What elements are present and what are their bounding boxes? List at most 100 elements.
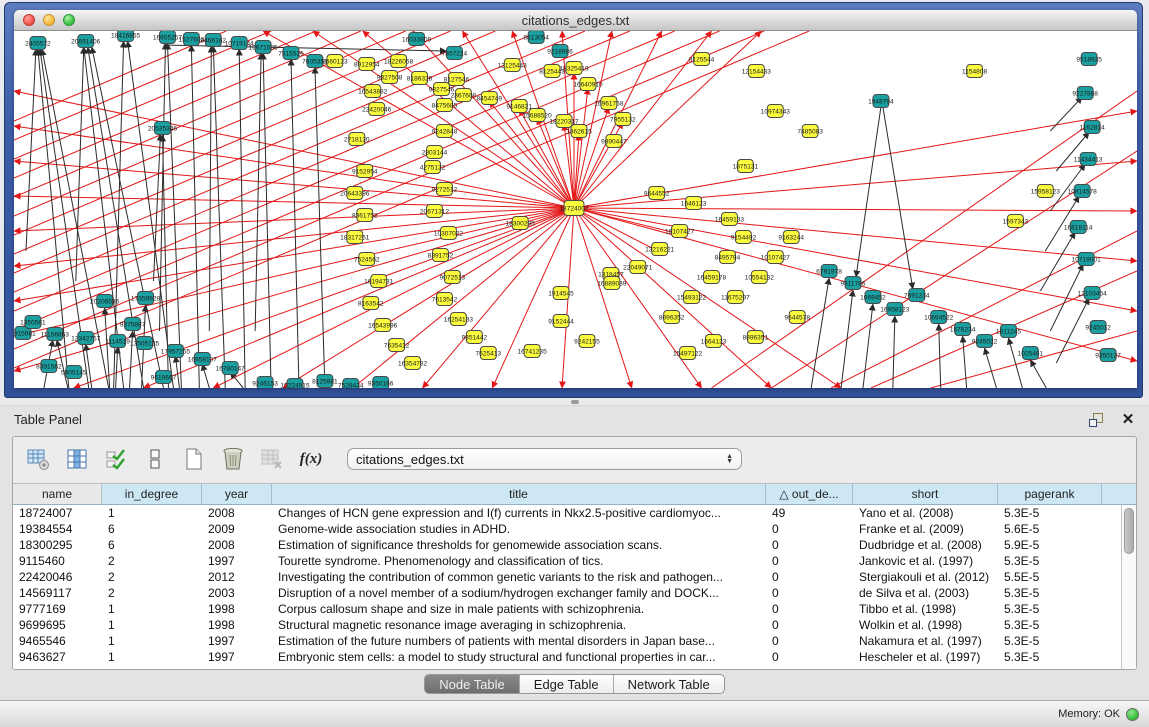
graph-node[interactable]: 4275122: [420, 161, 446, 174]
graph-node[interactable]: 8096352: [659, 311, 685, 324]
graph-node[interactable]: 22049071: [623, 261, 653, 274]
graph-node[interactable]: 16459178: [697, 271, 727, 284]
graph-node[interactable]: 9242155: [574, 335, 600, 348]
graph-node[interactable]: 12103454: [1078, 287, 1108, 300]
graph-node[interactable]: 11434413: [1074, 153, 1103, 166]
graph-node[interactable]: 7485083: [797, 125, 823, 138]
graph-node[interactable]: 1664123: [701, 335, 727, 348]
graph-node[interactable]: 10307022: [434, 227, 464, 240]
merge-rows-icon[interactable]: [142, 446, 168, 472]
black-edge[interactable]: [939, 324, 941, 388]
graph-node[interactable]: 8896351: [743, 331, 769, 344]
graph-node[interactable]: 8125981: [312, 375, 338, 388]
column-header-pagerank[interactable]: pagerank: [998, 484, 1102, 504]
graph-node[interactable]: 12154433: [742, 65, 772, 78]
graph-node[interactable]: 9146821: [506, 100, 532, 113]
graph-node[interactable]: 8125544: [689, 53, 715, 66]
graph-node[interactable]: 1154808: [962, 65, 987, 78]
graph-node[interactable]: 7635412: [384, 339, 410, 352]
graph-node[interactable]: 17359928: [131, 292, 161, 305]
graph-node[interactable]: 9272512: [432, 183, 458, 196]
black-edge[interactable]: [841, 290, 853, 388]
graph-node[interactable]: 2367608: [451, 89, 477, 102]
scrollbar-thumb[interactable]: [1124, 508, 1134, 554]
delete-row-icon[interactable]: [220, 446, 246, 472]
black-edge[interactable]: [202, 364, 209, 388]
window-titlebar[interactable]: citations_edges.txt: [14, 10, 1137, 31]
black-edge[interactable]: [1050, 97, 1082, 131]
graph-node[interactable]: 20535346: [148, 122, 178, 135]
black-edge[interactable]: [811, 278, 829, 388]
graph-node[interactable]: 9350166: [368, 377, 394, 389]
table-row[interactable]: 969969511998Structural magnetic resonanc…: [13, 617, 1121, 633]
graph-node[interactable]: 16640910: [573, 78, 603, 91]
graph-node[interactable]: 16741235: [518, 345, 548, 358]
graph-node[interactable]: 10694522: [924, 311, 954, 324]
graph-node[interactable]: 15958123: [1031, 185, 1061, 198]
graph-node[interactable]: 9518935: [1076, 53, 1102, 66]
float-panel-icon[interactable]: [1087, 411, 1105, 429]
black-edge[interactable]: [963, 336, 967, 388]
column-header-short[interactable]: short: [853, 484, 998, 504]
select-rows-icon[interactable]: [103, 446, 129, 472]
zoom-window-button[interactable]: [63, 14, 75, 26]
graph-node[interactable]: 7613542: [432, 293, 458, 306]
black-edge[interactable]: [76, 47, 84, 281]
graph-node[interactable]: 9245022: [972, 335, 998, 348]
black-edge[interactable]: [92, 47, 164, 388]
black-edge[interactable]: [985, 348, 997, 388]
graph-node[interactable]: 9152444: [548, 315, 574, 328]
graph-node[interactable]: 10554132: [745, 271, 775, 284]
red-edge[interactable]: [574, 88, 588, 208]
graph-node[interactable]: 1162814: [1080, 121, 1105, 134]
select-columns-icon[interactable]: [64, 446, 90, 472]
graph-node[interactable]: 13216221: [645, 243, 675, 256]
split-divider[interactable]: [0, 398, 1149, 406]
graph-node[interactable]: 8361752: [352, 209, 378, 222]
graph-node[interactable]: 11156863: [41, 328, 70, 341]
graph-node[interactable]: 9644552: [644, 187, 670, 200]
vertical-scrollbar[interactable]: [1121, 505, 1136, 669]
graph-node[interactable]: 16543882: [358, 85, 388, 98]
graph-node[interactable]: 8454749: [477, 92, 503, 105]
black-edge[interactable]: [86, 344, 92, 388]
network-graph-svg[interactable]: 2405572206914061841685516655257152760294…: [14, 31, 1137, 388]
graph-node[interactable]: 9246153: [252, 377, 278, 389]
graph-node[interactable]: 20206536: [90, 295, 120, 308]
graph-node[interactable]: 7515526: [278, 47, 304, 60]
graph-node[interactable]: 9072513: [440, 271, 466, 284]
black-edge[interactable]: [116, 347, 118, 388]
red-edge[interactable]: [574, 31, 761, 208]
minimize-window-button[interactable]: [43, 14, 55, 26]
table-selector-dropdown[interactable]: citations_edges.txt ▲▼: [347, 448, 742, 470]
tab-node-table[interactable]: Node Table: [425, 675, 520, 693]
black-edge[interactable]: [159, 43, 165, 331]
red-edge[interactable]: [14, 208, 574, 301]
black-edge[interactable]: [167, 43, 181, 388]
graph-node[interactable]: 1676234: [950, 323, 976, 336]
graph-node[interactable]: 9245012: [1085, 321, 1111, 334]
black-edge[interactable]: [863, 304, 873, 388]
tab-network-table[interactable]: Network Table: [614, 675, 724, 693]
table-settings-icon[interactable]: [25, 446, 51, 472]
graph-node[interactable]: 10107427: [761, 251, 791, 264]
red-edge[interactable]: [574, 208, 1137, 311]
network-canvas[interactable]: 2405572206914061841685516655257152760294…: [14, 31, 1137, 388]
graph-node[interactable]: 7955132: [610, 113, 636, 126]
graph-node[interactable]: 16033809: [402, 33, 432, 46]
graph-node[interactable]: 16958107: [188, 353, 218, 366]
graph-node[interactable]: 15497122: [673, 347, 703, 360]
black-edge[interactable]: [1040, 232, 1075, 291]
graph-node[interactable]: 2405572: [25, 37, 51, 50]
graph-node[interactable]: 9466162: [201, 34, 227, 47]
graph-node[interactable]: 7524562: [354, 253, 380, 266]
column-header-year[interactable]: year: [202, 484, 272, 504]
graph-node[interactable]: 9611786: [840, 277, 865, 290]
table-row[interactable]: 1456911722003Disruption of a novel membe…: [13, 585, 1121, 601]
graph-node[interactable]: 8475685: [432, 99, 458, 112]
graph-node[interactable]: 1875131: [733, 160, 759, 173]
graph-node[interactable]: 9827508: [377, 71, 403, 84]
graph-node[interactable]: 8912954: [354, 58, 380, 71]
graph-node[interactable]: 2718120: [344, 133, 370, 146]
graph-node[interactable]: 16107427: [665, 225, 695, 238]
